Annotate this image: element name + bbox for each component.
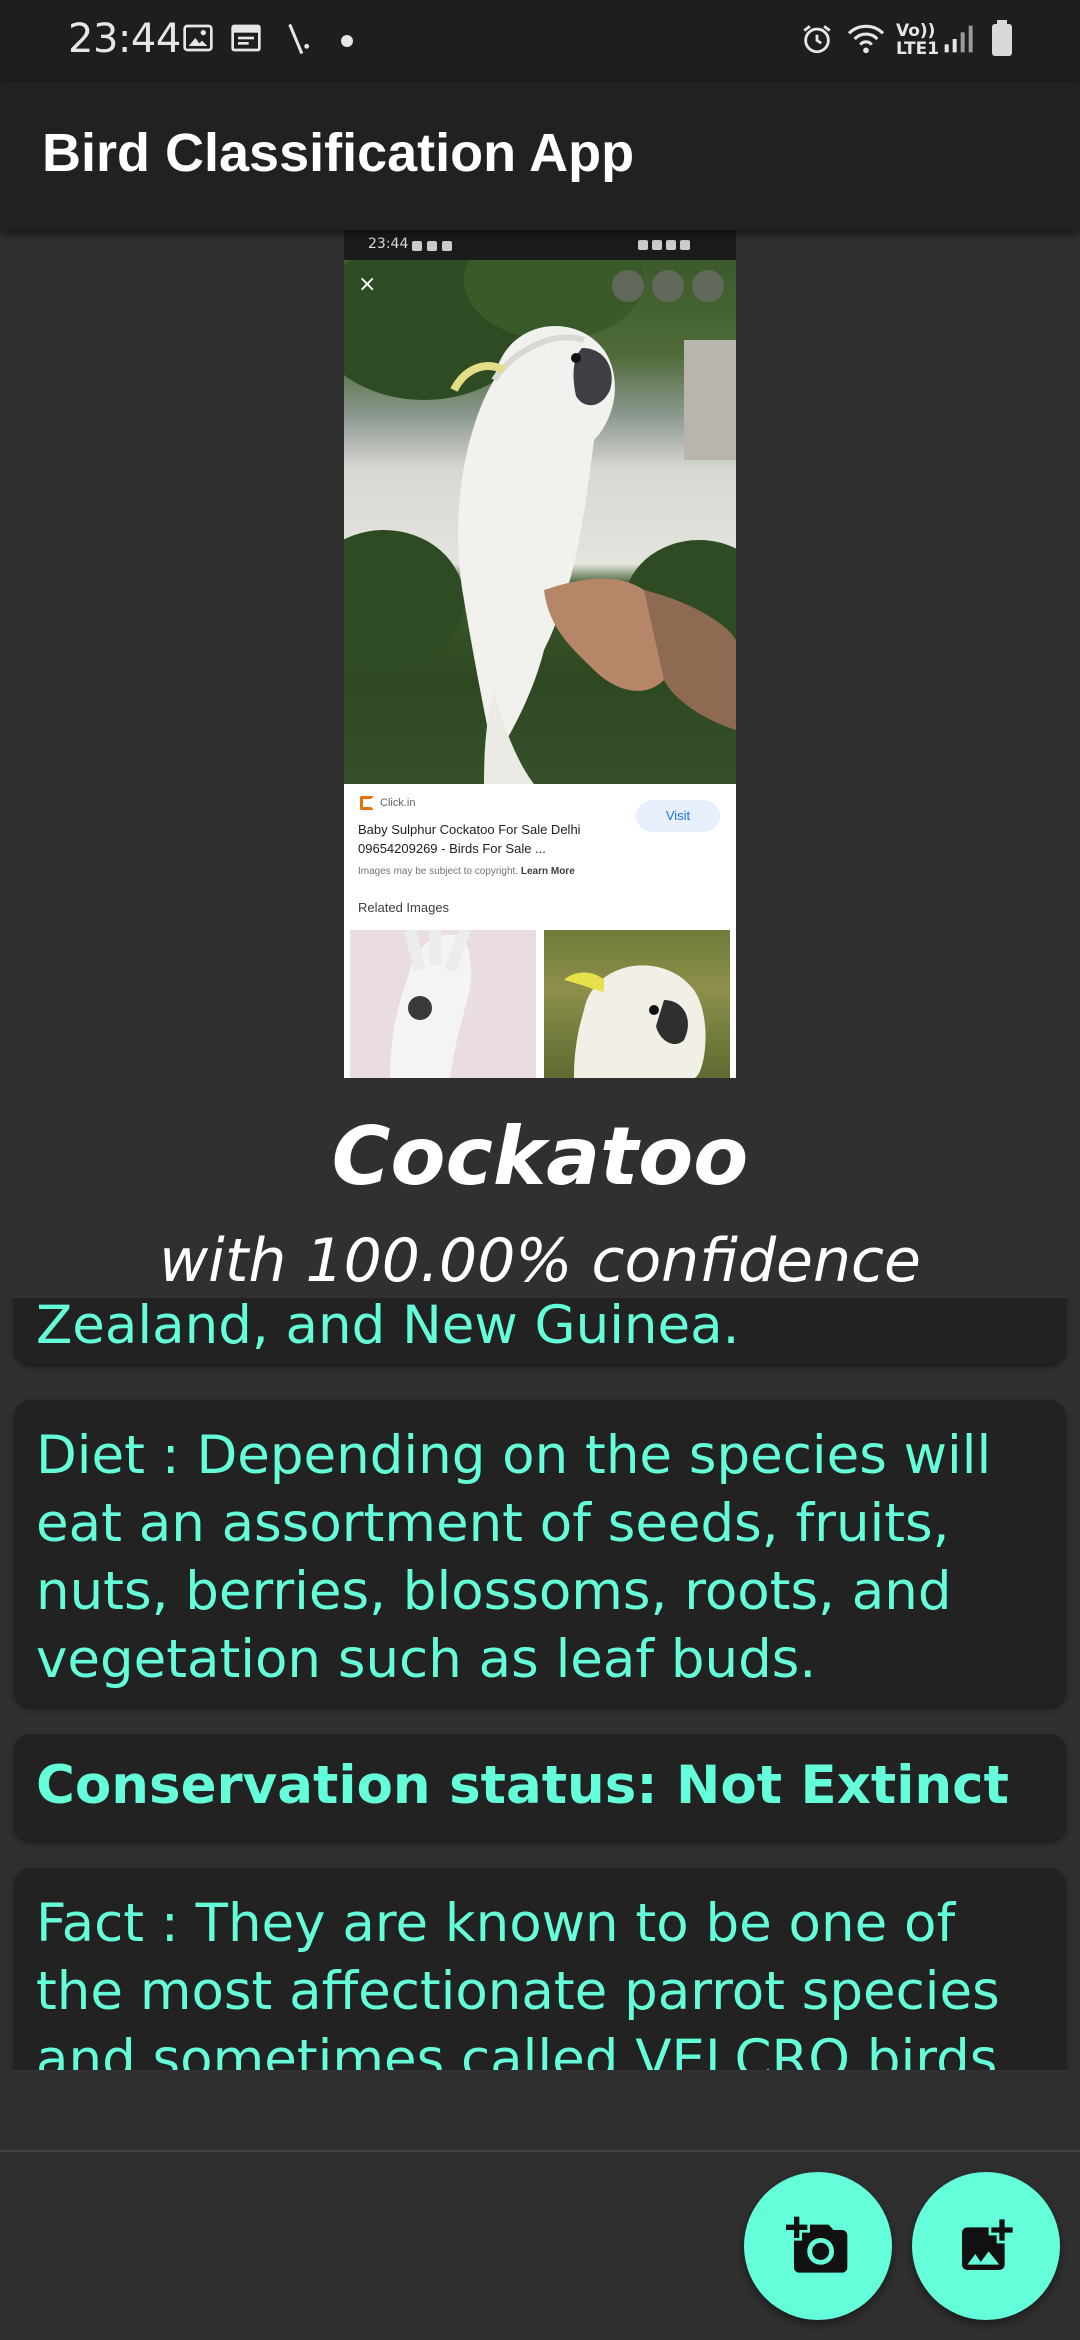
add-photo-camera-icon xyxy=(786,2216,848,2273)
app-bar: Bird Classification App xyxy=(0,82,1080,230)
wifi-icon xyxy=(846,22,886,60)
battery-icon xyxy=(992,20,1012,56)
embedded-status-bar: 23:44 xyxy=(344,230,736,260)
lte-indicator: Vo)) LTE1 xyxy=(896,21,940,59)
diet-card: Diet : Depending on the species will eat… xyxy=(14,1400,1066,1706)
status-bar: 23:44 Vo)) LTE1 xyxy=(0,0,1080,82)
fact-card: Fact : They are known to be one of the m… xyxy=(14,1868,1066,2070)
embedded-status-icons-right xyxy=(634,238,714,250)
conservation-text: Conservation status: Not Extinct xyxy=(36,1755,1009,1816)
share-icon xyxy=(652,270,684,302)
embedded-status-time: 23:44 xyxy=(368,236,409,252)
slash-icon xyxy=(282,22,312,60)
embedded-result-card: Click.in Baby Sulphur Cockatoo For Sale … xyxy=(344,784,736,1078)
cockatoo-figure xyxy=(450,326,736,784)
diet-text: Diet : Depending on the species will eat… xyxy=(36,1425,992,1690)
divider xyxy=(0,2150,1080,2152)
embedded-copyright: Images may be subject to copyright. Lear… xyxy=(358,866,575,877)
embedded-learn-more: Learn More xyxy=(520,866,575,877)
lens-icon xyxy=(612,270,644,302)
related-thumbnail xyxy=(544,930,730,1078)
dot-icon xyxy=(341,35,353,47)
prediction-label: Cockatoo xyxy=(331,1110,749,1203)
calendar-icon xyxy=(230,22,262,58)
fact-text: Fact : They are known to be one of the m… xyxy=(36,1893,1015,2070)
embedded-title: Baby Sulphur Cockatoo For Sale Delhi 096… xyxy=(358,822,581,856)
signal-icon xyxy=(942,22,974,60)
range-text: Zealand, and New Guinea. xyxy=(36,1298,740,1356)
close-icon: × xyxy=(358,272,377,297)
status-time: 23:44 xyxy=(68,16,181,62)
embedded-status-icons-left xyxy=(412,239,457,255)
add-photo-gallery-icon xyxy=(962,2219,1013,2270)
bookmark-icon xyxy=(692,270,724,302)
gallery-icon xyxy=(182,22,214,58)
confidence-label: with 100.00% confidence xyxy=(159,1226,921,1296)
source-logo-icon xyxy=(360,796,374,810)
range-card: Zealand, and New Guinea. xyxy=(14,1298,1066,1364)
embedded-visit-button: Visit xyxy=(636,800,720,832)
screen: 23:44 Vo)) LTE1 Bird Classification App xyxy=(0,0,1080,2340)
embedded-related-label: Related Images xyxy=(358,900,450,915)
conservation-card: Conservation status: Not Extinct xyxy=(14,1734,1066,1840)
pick-gallery-button[interactable] xyxy=(912,2172,1060,2320)
app-title: Bird Classification App xyxy=(42,123,635,183)
info-list[interactable]: Zealand, and New Guinea. Diet : Dependin… xyxy=(0,1298,1080,2070)
embedded-source: Click.in xyxy=(360,796,415,810)
classified-image: 23:44 × Click.in Baby Sulphur Cockatoo F… xyxy=(344,230,736,1078)
bird-photo: × xyxy=(344,260,736,784)
content: 23:44 × Click.in Baby Sulphur Cockatoo F… xyxy=(0,230,1080,2150)
related-thumbnail xyxy=(350,930,536,1078)
take-photo-button[interactable] xyxy=(744,2172,892,2320)
alarm-icon xyxy=(800,22,834,60)
